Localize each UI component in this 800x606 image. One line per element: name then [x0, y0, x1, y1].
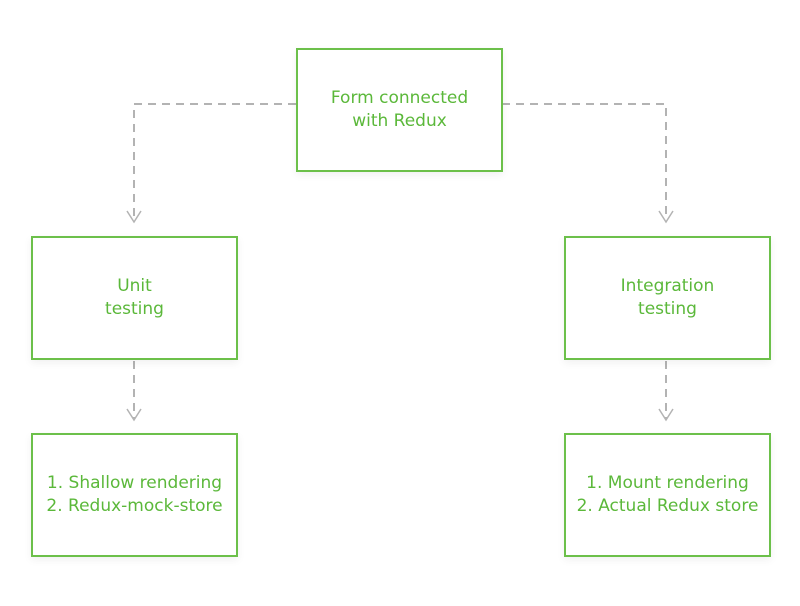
node-label-line: testing [638, 299, 697, 319]
node-list-item: 2. Redux-mock-store [46, 496, 223, 516]
arrowhead-icon [658, 408, 674, 422]
edge-root-to-integration [502, 103, 667, 220]
node-list-item: 1. Mount rendering [586, 473, 749, 493]
node-unit-testing-details: 1. Shallow rendering 2. Redux-mock-store [31, 433, 238, 557]
node-label-line: with Redux [352, 111, 447, 131]
arrowhead-icon [658, 210, 674, 224]
node-form-connected-with-redux: Form connected with Redux [296, 48, 503, 172]
node-label-line: Form connected [330, 88, 469, 108]
node-integration-testing-details: 1. Mount rendering 2. Actual Redux store [564, 433, 771, 557]
node-integration-testing: Integration testing [564, 236, 771, 360]
arrowhead-icon [126, 408, 142, 422]
arrowhead-icon [126, 210, 142, 224]
edge-root-to-unit [133, 103, 296, 220]
node-list-item: 1. Shallow rendering [46, 473, 223, 493]
node-list-item: 2. Actual Redux store [576, 496, 759, 516]
node-label-line: Unit [117, 276, 152, 296]
node-label-line: testing [105, 299, 164, 319]
node-label-line: Integration [620, 276, 715, 296]
node-unit-testing: Unit testing [31, 236, 238, 360]
